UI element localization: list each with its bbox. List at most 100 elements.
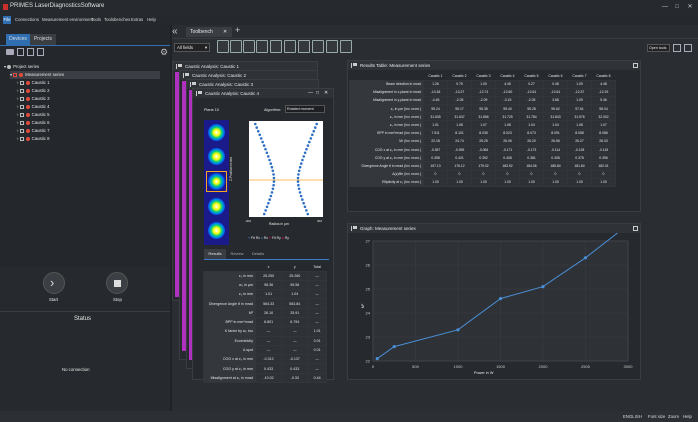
lock-icon[interactable]: [633, 226, 638, 231]
table-cell: 0: [591, 169, 616, 179]
table-row: BPP in mm*mrad 6.801 6.794—: [203, 316, 327, 328]
table-cell: —: [307, 363, 327, 374]
y-tick-label: 25: [366, 287, 371, 292]
stop-label: Stop: [113, 297, 122, 302]
start-label: Start: [49, 297, 59, 302]
menu-connections[interactable]: Connections: [15, 17, 39, 22]
collapse-panel-icon[interactable]: «: [172, 26, 178, 37]
zoom-control[interactable]: Zoom: [668, 414, 679, 419]
open-tools-select[interactable]: Open tools: [647, 44, 670, 52]
font-size-control[interactable]: Font size: [648, 414, 665, 419]
table-cell: 0: [543, 169, 568, 179]
document-icon[interactable]: [27, 48, 34, 56]
row-label: Misalignment in x-plane in mrad: [349, 87, 424, 97]
caustic-point: [306, 144, 310, 147]
field-filter-select[interactable]: All fields ▾: [174, 43, 210, 52]
lock-icon[interactable]: [633, 63, 638, 68]
table-cell: -13.18: [423, 87, 448, 97]
tab-devices[interactable]: Devices: [6, 34, 30, 45]
tree-item-caustic-2[interactable]: › Caustic 2: [17, 87, 50, 95]
table-cell: -12.74: [471, 87, 496, 97]
menu-help[interactable]: Help: [147, 17, 156, 22]
split-icon[interactable]: [684, 44, 692, 52]
results-table-panel: Results Table: Measurement series Causti…: [347, 60, 641, 212]
tree-item-caustic-8[interactable]: › Caustic 8: [17, 135, 50, 143]
tool-ruler-icon[interactable]: [326, 40, 338, 53]
x-tick-label: 1000: [454, 364, 464, 369]
tree-item-caustic-1[interactable]: › Caustic 1: [17, 79, 50, 87]
caustic-point: [302, 201, 305, 205]
caustic-point: [265, 205, 269, 209]
tab-results[interactable]: Results: [204, 249, 226, 259]
tool-beam-icon[interactable]: [230, 40, 242, 53]
add-tab-button[interactable]: +: [235, 25, 240, 35]
tree-item-caustic-5[interactable]: › Caustic 5: [17, 111, 50, 119]
tab-toolbench[interactable]: Toolbench ✕: [186, 27, 232, 37]
tool-fit-icon[interactable]: [312, 40, 324, 53]
maximize-window-icon[interactable]: □: [316, 89, 319, 98]
close-button[interactable]: ✕: [685, 2, 695, 12]
save-icon[interactable]: [17, 48, 24, 56]
results-col-header: Caustic 6: [543, 73, 568, 80]
table-cell: -0.128: [567, 144, 592, 155]
menu-toolsbenches[interactable]: Toolsbenches: [104, 17, 130, 22]
table-cell: 4.48: [591, 79, 616, 89]
close-window-icon[interactable]: ✕: [324, 89, 328, 98]
gear-icon[interactable]: ⚙: [160, 47, 168, 58]
start-button[interactable]: ›: [43, 272, 65, 294]
tree-item-caustic-6[interactable]: › Caustic 6: [17, 119, 50, 127]
tree-item-caustic-7[interactable]: › Caustic 7: [17, 127, 50, 135]
minimize-window-icon[interactable]: —: [308, 89, 313, 98]
table-cell: -0.33: [281, 372, 309, 384]
table-cell: 0: [447, 169, 472, 179]
tree-item-caustic-4[interactable]: › Caustic 4: [17, 103, 50, 111]
row-label: COG x at z₀ in mm (Inv. mom.): [349, 144, 424, 155]
folder-icon[interactable]: [6, 49, 14, 55]
tree-item-caustic-3[interactable]: › Caustic 3: [17, 95, 50, 103]
table-cell: -0.084: [471, 144, 496, 155]
table-cell: 0.421: [447, 153, 472, 163]
menu-tools[interactable]: Tools: [91, 17, 101, 22]
tab-projects[interactable]: Projects: [30, 34, 56, 45]
tool-table-icon[interactable]: [256, 40, 268, 53]
stop-button[interactable]: [106, 272, 128, 294]
algorithm-select[interactable]: Rotated moment: [285, 105, 325, 113]
table-cell: 8.101: [447, 128, 472, 138]
tab-review[interactable]: Review: [226, 249, 248, 259]
results-col-header: Caustic 5: [519, 73, 544, 80]
table-cell: 181.84: [567, 161, 592, 171]
close-tab-icon[interactable]: ✕: [223, 27, 227, 37]
caustic-point: [271, 187, 275, 191]
legend-rx: Rx: [263, 236, 268, 240]
caustic-window-3-title: Caustic Analysis: Caustic 3: [199, 82, 254, 87]
maximize-button[interactable]: □: [672, 2, 682, 12]
tree-root[interactable]: ▾ Project series: [4, 63, 39, 71]
table-cell: 0.44: [307, 372, 327, 384]
table-cell: 157.13: [423, 161, 448, 171]
tool-graph-icon[interactable]: [243, 40, 255, 53]
tree-measurement-series[interactable]: ▾ Measurement series: [10, 71, 160, 79]
menu-extras[interactable]: Extras: [131, 17, 143, 22]
language-indicator[interactable]: ENGLISH: [623, 414, 642, 419]
export-icon[interactable]: [37, 48, 44, 56]
row-label: Ellipticity at z₀ (Inv. mom.): [349, 177, 424, 187]
tool-circle-icon[interactable]: [284, 40, 296, 53]
minimize-button[interactable]: —: [660, 2, 670, 12]
table-cell: 185.84: [543, 161, 568, 171]
row-label: Δ(z)/θe (Inv. mom.): [349, 169, 424, 179]
menu-file[interactable]: File: [3, 16, 11, 24]
tool-profile-icon[interactable]: [270, 40, 282, 53]
status-text: No connection: [62, 367, 90, 372]
layout-icon[interactable]: [673, 44, 681, 52]
caustic-plot-svg: [249, 121, 323, 217]
caustic-point: [255, 126, 259, 129]
caustic-point: [303, 205, 307, 209]
table-cell: 0.378: [567, 153, 592, 163]
tool-image-icon[interactable]: [298, 40, 310, 53]
menu-measurement-environment[interactable]: Measurement environment: [42, 17, 93, 22]
tool-caustic-icon[interactable]: [217, 40, 229, 53]
caustic-point: [297, 173, 300, 176]
help-button[interactable]: Help: [683, 414, 692, 419]
tool-power-icon[interactable]: [340, 40, 352, 53]
tab-details[interactable]: Details: [248, 249, 268, 259]
